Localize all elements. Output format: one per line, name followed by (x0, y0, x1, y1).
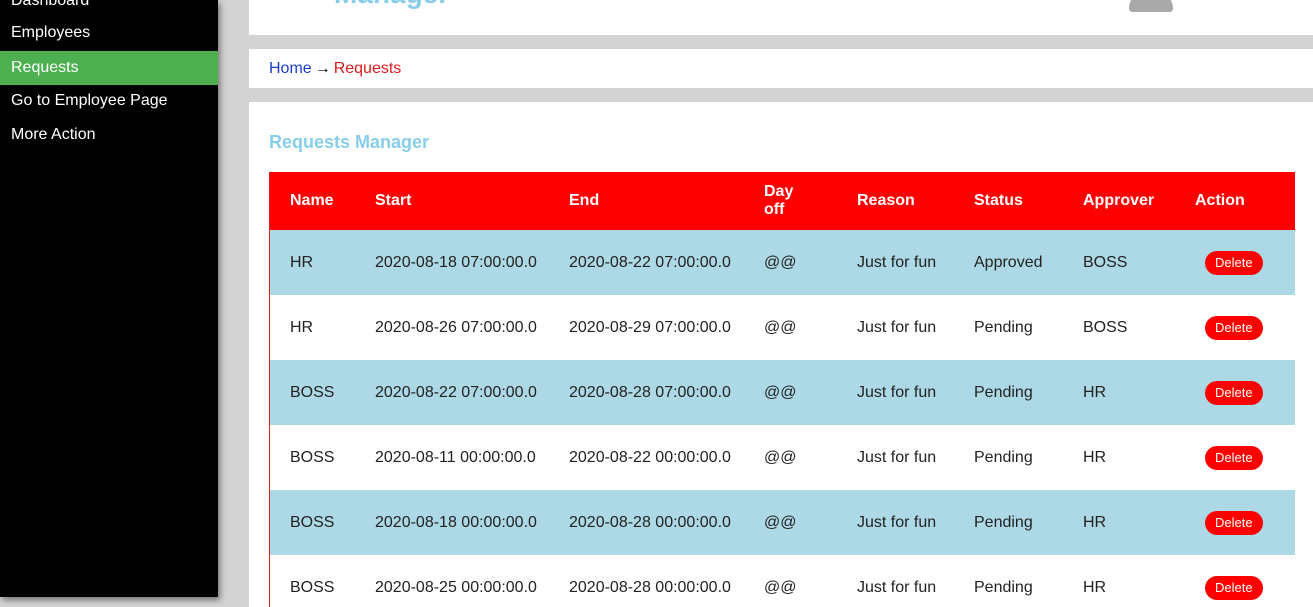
cell-reason: Just for fun (857, 253, 937, 271)
delete-button[interactable]: Delete (1205, 380, 1263, 405)
cell-reason: Just for fun (857, 318, 937, 336)
cell-action: Delete (1195, 425, 1275, 490)
page-title: Requests Manager (269, 132, 430, 152)
cell-day-off: @@ (764, 383, 797, 401)
app-title: Manager (334, 0, 449, 10)
column-header-name: Name (290, 192, 334, 209)
column-header-day-off: Day off (764, 183, 794, 218)
cell-action: Delete (1195, 555, 1275, 607)
table-row: BOSS 2020-08-25 00:00:00.0 2020-08-28 00… (270, 555, 1295, 607)
cell-status: Approved (974, 253, 1043, 271)
cell-action: Delete (1195, 230, 1275, 295)
table-header-row: Name Start End Day off Reason Status App… (270, 172, 1295, 230)
delete-button[interactable]: Delete (1205, 445, 1263, 470)
cell-approver: HR (1083, 578, 1107, 596)
cell-action: Delete (1195, 490, 1275, 555)
cell-status: Pending (974, 448, 1033, 466)
breadcrumb-current: Requests (333, 60, 402, 77)
cell-reason: Just for fun (857, 383, 937, 401)
cell-reason: Just for fun (857, 513, 937, 531)
cell-action: Delete (1195, 360, 1275, 425)
cell-end: 2020-08-22 00:00:00.0 (569, 448, 731, 466)
cell-end: 2020-08-28 07:00:00.0 (569, 383, 731, 401)
table-row: BOSS 2020-08-11 00:00:00.0 2020-08-22 00… (270, 425, 1295, 490)
cell-start: 2020-08-11 00:00:00.0 (375, 448, 536, 466)
column-header-status: Status (974, 192, 1023, 209)
table-row: HR 2020-08-18 07:00:00.0 2020-08-22 07:0… (270, 230, 1295, 295)
column-header-end: End (569, 192, 600, 209)
table-row: BOSS 2020-08-18 00:00:00.0 2020-08-28 00… (270, 490, 1295, 555)
cell-start: 2020-08-25 00:00:00.0 (375, 578, 537, 596)
header: Manager (249, 0, 1313, 35)
requests-table: Name Start End Day off Reason Status App… (269, 172, 1295, 607)
sidebar-item-employees[interactable]: Employees (0, 16, 218, 50)
cell-name: HR (290, 253, 314, 271)
cell-end: 2020-08-28 00:00:00.0 (569, 513, 731, 531)
cell-name: BOSS (290, 513, 335, 531)
cell-end: 2020-08-29 07:00:00.0 (569, 318, 731, 336)
sidebar-item-employee-page[interactable]: Go to Employee Page (0, 84, 218, 118)
cell-start: 2020-08-26 07:00:00.0 (375, 318, 537, 336)
cell-day-off: @@ (764, 448, 797, 466)
cell-reason: Just for fun (857, 578, 937, 596)
cell-action: Delete (1195, 295, 1275, 360)
sidebar-item-requests[interactable]: Requests (0, 51, 218, 85)
avatar-icon[interactable] (1129, 0, 1173, 12)
cell-status: Pending (974, 383, 1033, 401)
table-row: BOSS 2020-08-22 07:00:00.0 2020-08-28 07… (270, 360, 1295, 425)
cell-approver: HR (1083, 513, 1107, 531)
delete-button[interactable]: Delete (1205, 510, 1263, 535)
cell-day-off: @@ (764, 513, 797, 531)
cell-start: 2020-08-18 00:00:00.0 (375, 513, 537, 531)
sidebar-item-more-action[interactable]: More Action (0, 118, 218, 152)
cell-reason: Just for fun (857, 448, 937, 466)
breadcrumb: Home → Requests (249, 49, 1313, 88)
cell-end: 2020-08-22 07:00:00.0 (569, 253, 731, 271)
cell-approver: BOSS (1083, 253, 1128, 271)
cell-approver: HR (1083, 448, 1107, 466)
delete-button[interactable]: Delete (1205, 575, 1263, 600)
table-row: HR 2020-08-26 07:00:00.0 2020-08-29 07:0… (270, 295, 1295, 360)
cell-status: Pending (974, 578, 1033, 596)
cell-end: 2020-08-28 00:00:00.0 (569, 578, 731, 596)
cell-day-off: @@ (764, 578, 797, 596)
main-content: Requests Manager Name Start End Day off … (249, 102, 1313, 607)
cell-name: HR (290, 318, 314, 336)
cell-start: 2020-08-22 07:00:00.0 (375, 383, 537, 401)
column-header-start: Start (375, 192, 412, 209)
sidebar: Dashboard Employees Requests Go to Emplo… (0, 0, 218, 597)
cell-day-off: @@ (764, 318, 797, 336)
cell-status: Pending (974, 513, 1033, 531)
breadcrumb-home-link[interactable]: Home (269, 60, 312, 77)
column-header-reason: Reason (857, 192, 915, 209)
cell-day-off: @@ (764, 253, 797, 271)
delete-button[interactable]: Delete (1205, 315, 1263, 340)
cell-name: BOSS (290, 383, 335, 401)
cell-status: Pending (974, 318, 1033, 336)
delete-button[interactable]: Delete (1205, 250, 1263, 275)
cell-start: 2020-08-18 07:00:00.0 (375, 253, 537, 271)
breadcrumb-separator: → (314, 60, 331, 77)
cell-approver: HR (1083, 383, 1107, 401)
column-header-approver: Approver (1083, 192, 1155, 209)
cell-name: BOSS (290, 448, 335, 466)
cell-name: BOSS (290, 578, 335, 596)
column-header-action: Action (1195, 192, 1245, 209)
cell-approver: BOSS (1083, 318, 1128, 336)
